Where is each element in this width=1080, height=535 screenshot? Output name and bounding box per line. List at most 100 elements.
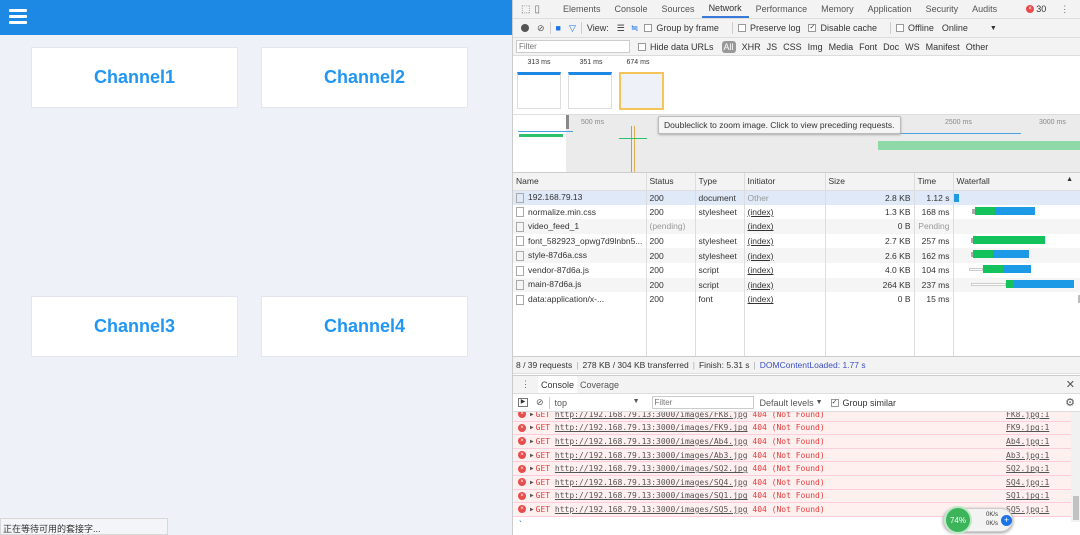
- expand-icon[interactable]: ▶: [530, 424, 534, 431]
- request-row[interactable]: 192.168.79.13 200 document Other 2.8 KB …: [513, 190, 1080, 205]
- screenshot-icon[interactable]: ■: [556, 23, 561, 33]
- source-link[interactable]: FK8.jpg:1: [1006, 412, 1049, 419]
- expand-icon[interactable]: ▶: [530, 465, 534, 472]
- frame-thumbnail[interactable]: [517, 72, 561, 109]
- filter-type-all[interactable]: All: [721, 40, 736, 53]
- console-error-message[interactable]: × ▶ GET http://192.168.79.13:3000/images/S…: [513, 462, 1071, 476]
- request-initiator[interactable]: (index): [744, 277, 826, 293]
- console-error-message[interactable]: × ▶ GET http://192.168.79.13:3000/images/S…: [513, 475, 1071, 490]
- drawer-close-icon[interactable]: ✕: [1066, 378, 1075, 391]
- filter-type-ws[interactable]: WS: [905, 42, 920, 52]
- column-status[interactable]: Status: [646, 173, 696, 191]
- request-url[interactable]: http://192.168.79.13:3000/images/SQ4.jpg: [555, 478, 748, 487]
- expand-icon[interactable]: ▶: [530, 452, 534, 459]
- hide-data-urls-checkbox[interactable]: Hide data URLs: [638, 42, 714, 52]
- filter-type-manifest[interactable]: Manifest: [926, 42, 960, 52]
- filter-type-xhr[interactable]: XHR: [742, 42, 761, 52]
- channel-card-2[interactable]: Channel2: [261, 47, 468, 108]
- tab-sources[interactable]: Sources: [655, 0, 702, 18]
- context-select[interactable]: top ▼: [555, 398, 640, 408]
- source-link[interactable]: SQ2.jpg:1: [1006, 464, 1049, 473]
- clear-icon[interactable]: ⊘: [537, 23, 545, 34]
- large-rows-icon[interactable]: ☰: [617, 23, 625, 34]
- channel-card-3[interactable]: Channel3: [31, 296, 238, 357]
- request-row[interactable]: video_feed_1 (pending) (index) 0 B Pendi…: [513, 219, 1080, 234]
- clear-console-icon[interactable]: ⊘: [536, 397, 544, 408]
- error-counter[interactable]: × 30: [1026, 4, 1046, 14]
- source-link[interactable]: FK9.jpg:1: [1006, 423, 1049, 432]
- request-initiator[interactable]: (index): [744, 219, 826, 234]
- request-initiator[interactable]: (index): [744, 292, 826, 307]
- console-error-message[interactable]: × ▶ GET http://192.168.79.13:3000/images/S…: [513, 489, 1071, 504]
- column-type[interactable]: Type: [695, 173, 745, 191]
- filter-type-other[interactable]: Other: [966, 42, 989, 52]
- filter-type-font[interactable]: Font: [859, 42, 877, 52]
- channel-card-4[interactable]: Channel4: [261, 296, 468, 357]
- tab-memory[interactable]: Memory: [814, 0, 861, 18]
- network-speed-widget[interactable]: 74% 0K/s 0K/s +: [943, 506, 1013, 534]
- tab-console[interactable]: Console: [608, 0, 655, 18]
- expand-icon[interactable]: ▶: [530, 479, 534, 486]
- filter-type-js[interactable]: JS: [767, 42, 778, 52]
- console-error-message[interactable]: × ▶ GET http://192.168.79.13:3000/images/F…: [513, 412, 1071, 422]
- expand-icon[interactable]: ▶: [530, 492, 534, 499]
- timeline-overview[interactable]: 500 ms 2500 ms 3000 ms Doubleclick to zo…: [513, 114, 1080, 173]
- tab-elements[interactable]: Elements: [556, 0, 608, 18]
- drawer-tab-console[interactable]: Console: [538, 376, 578, 393]
- console-error-message[interactable]: × ▶ GET http://192.168.79.13:3000/images/F…: [513, 421, 1071, 436]
- filter-type-media[interactable]: Media: [829, 42, 854, 52]
- source-link[interactable]: Ab3.jpg:1: [1006, 451, 1049, 460]
- preserve-log-checkbox[interactable]: Preserve log: [737, 23, 800, 33]
- column-waterfall[interactable]: Waterfall ▲: [953, 173, 1080, 191]
- tab-performance[interactable]: Performance: [749, 0, 815, 18]
- request-initiator[interactable]: (index): [744, 233, 826, 249]
- drawer-menu-icon[interactable]: ⋮: [521, 379, 530, 390]
- column-size[interactable]: Size: [825, 173, 915, 191]
- column-time[interactable]: Time: [914, 173, 954, 191]
- more-icon[interactable]: ⋮: [1060, 4, 1069, 15]
- console-error-message[interactable]: × ▶ GET http://192.168.79.13:3000/images/A…: [513, 448, 1071, 463]
- source-link[interactable]: Ab4.jpg:1: [1006, 437, 1049, 446]
- source-link[interactable]: SQ4.jpg:1: [1006, 478, 1049, 487]
- source-link[interactable]: SQ5.jpg:1: [1006, 505, 1049, 514]
- request-url[interactable]: http://192.168.79.13:3000/images/FK9.jpg: [555, 423, 748, 432]
- column-name[interactable]: Name: [513, 173, 647, 191]
- request-row[interactable]: data:application/x-... 200 font (index) …: [513, 292, 1080, 307]
- request-row[interactable]: style-87d6a.css 200 stylesheet (index) 2…: [513, 248, 1080, 263]
- menu-icon[interactable]: [9, 9, 27, 25]
- request-initiator[interactable]: (index): [744, 204, 826, 220]
- group-by-frame-checkbox[interactable]: Group by frame: [644, 23, 719, 33]
- frame-thumbnail[interactable]: [568, 72, 612, 109]
- console-scrollbar[interactable]: [1071, 412, 1080, 522]
- request-url[interactable]: http://192.168.79.13:3000/images/SQ5.jpg: [555, 505, 748, 514]
- log-levels-select[interactable]: Default levels ▼: [760, 398, 823, 408]
- request-url[interactable]: http://192.168.79.13:3000/images/SQ1.jpg: [555, 491, 748, 500]
- waterfall-view-icon[interactable]: ≒: [631, 23, 639, 34]
- throttle-select[interactable]: Online ▼: [942, 23, 997, 33]
- request-initiator[interactable]: (index): [744, 262, 826, 278]
- expand-icon[interactable]: ▶: [530, 438, 534, 445]
- offline-checkbox[interactable]: Offline: [896, 23, 934, 33]
- request-initiator[interactable]: (index): [744, 248, 826, 263]
- source-link[interactable]: SQ1.jpg:1: [1006, 491, 1049, 500]
- expand-icon[interactable]: ▶: [530, 506, 534, 513]
- request-url[interactable]: http://192.168.79.13:3000/images/SQ2.jpg: [555, 464, 748, 473]
- disable-cache-checkbox[interactable]: ✓ Disable cache: [808, 23, 877, 33]
- group-similar-checkbox[interactable]: ✓ Group similar: [830, 398, 896, 408]
- drawer-tab-coverage[interactable]: Coverage: [577, 376, 622, 393]
- filter-icon[interactable]: ▽: [569, 23, 576, 34]
- request-row[interactable]: main-87d6a.js 200 script (index) 264 KB …: [513, 277, 1080, 293]
- filter-input[interactable]: [516, 40, 630, 53]
- request-url[interactable]: http://192.168.79.13:3000/images/Ab4.jpg: [555, 437, 748, 446]
- tab-audits[interactable]: Audits: [965, 0, 1004, 18]
- filter-type-doc[interactable]: Doc: [883, 42, 899, 52]
- expand-icon[interactable]: ▶: [530, 412, 534, 418]
- request-url[interactable]: http://192.168.79.13:3000/images/FK8.jpg: [555, 412, 748, 419]
- request-row[interactable]: font_582923_opwg7d9lnbn5... 200 styleshe…: [513, 233, 1080, 249]
- device-icon[interactable]: ▯: [534, 4, 540, 15]
- record-icon[interactable]: [521, 24, 529, 32]
- plus-icon[interactable]: +: [1001, 515, 1012, 526]
- settings-icon[interactable]: ⚙: [1065, 396, 1075, 409]
- tab-network[interactable]: Network: [701, 0, 749, 18]
- request-row[interactable]: vendor-87d6a.js 200 script (index) 4.0 K…: [513, 262, 1080, 278]
